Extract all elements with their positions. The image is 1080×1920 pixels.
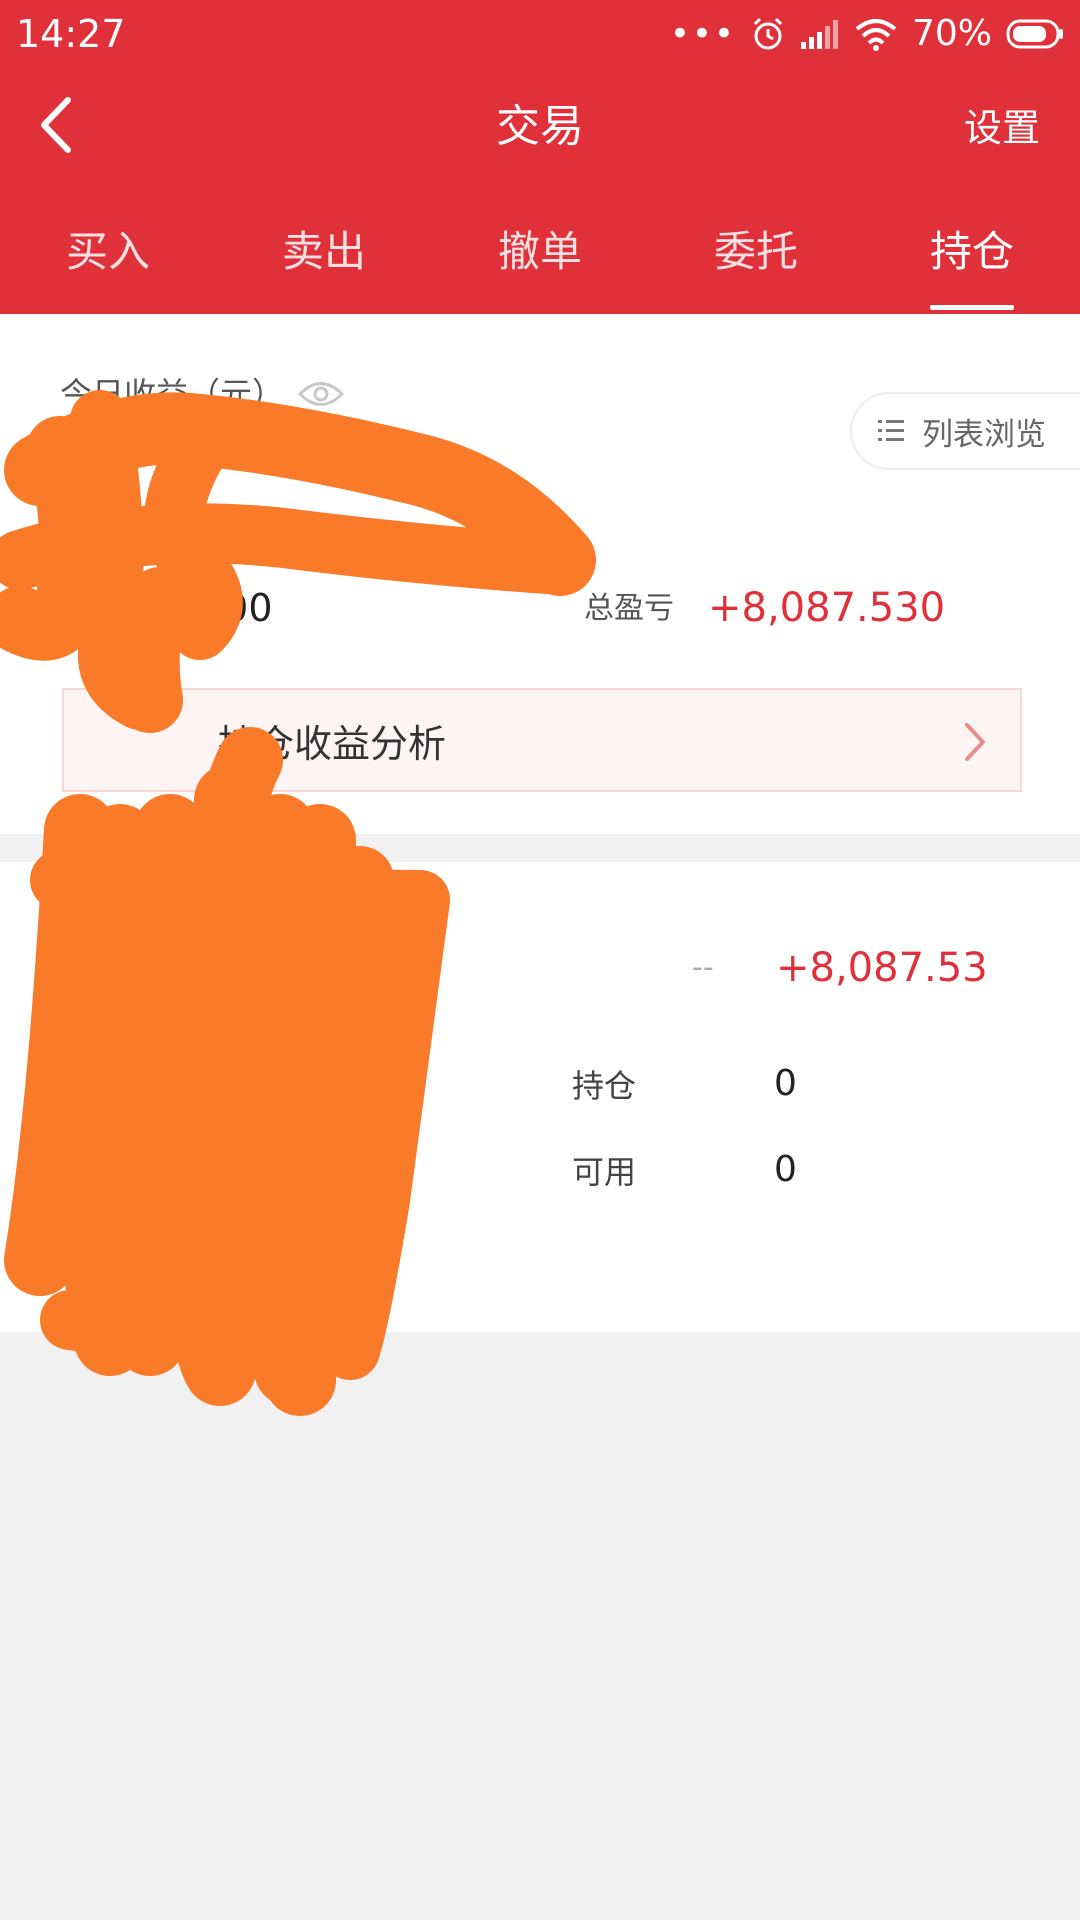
tab-label: 委托 [713,227,798,276]
signal-icon [800,20,838,49]
page-title: 交易 [496,101,584,152]
list-view-button[interactable]: 列表浏览 [850,392,1080,470]
battery-percent: 70% [911,13,992,54]
position-value: 0 [774,1063,797,1104]
trade-tabs: 买入 卖出 撤单 委托 持仓 [0,210,1080,314]
battery-icon [1006,19,1063,49]
tab-sell[interactable]: 卖出 [216,210,432,314]
account-summary-card: 今日收益（元） 列表浏览 000 总盈亏 +8,087.530 持仓收益分析 [0,314,1080,834]
chevron-right-icon [965,723,985,761]
holding-pl-value: +8,087.53 [776,945,988,991]
header: 14:27 ••• 70% 交易 设置 买入 卖出 撤单 委托 持仓 [0,0,1080,314]
active-tab-indicator [930,305,1014,310]
list-view-label: 列表浏览 [922,416,1046,453]
eye-icon[interactable] [298,379,345,409]
tab-label: 卖出 [281,227,366,276]
tab-buy[interactable]: 买入 [0,210,216,314]
available-label: 可用 [572,1153,637,1191]
holding-card[interactable]: -- +8,087.53 持仓 0 可用 0 [0,862,1080,1332]
holding-analysis-label: 持仓收益分析 [218,721,447,766]
position-label: 持仓 [572,1067,637,1105]
status-icons: ••• 70% [670,10,1064,58]
tab-orders[interactable]: 委托 [648,210,864,314]
total-pl-value: +8,087.530 [708,585,946,631]
holding-analysis-button[interactable]: 持仓收益分析 [62,688,1022,792]
tab-cancel-order[interactable]: 撤单 [432,210,648,314]
wifi-icon [855,19,897,51]
today-earnings-label: 今日收益（元） [60,370,345,418]
total-pl-label: 总盈亏 [584,591,674,626]
today-earnings-text: 今日收益（元） [60,375,285,413]
tab-holdings[interactable]: 持仓 [864,210,1080,314]
alarm-icon [753,17,783,50]
tab-label: 撤单 [497,227,582,276]
settings-button[interactable]: 设置 [964,100,1040,156]
total-assets-value: 000 [200,586,273,630]
tab-label: 买入 [65,227,150,276]
tab-label: 持仓 [929,227,1014,276]
list-icon [878,420,904,441]
more-dots-icon: ••• [669,14,736,54]
available-value: 0 [774,1149,797,1190]
status-time: 14:27 [16,12,126,56]
holding-placeholder-dash: -- [692,950,714,985]
